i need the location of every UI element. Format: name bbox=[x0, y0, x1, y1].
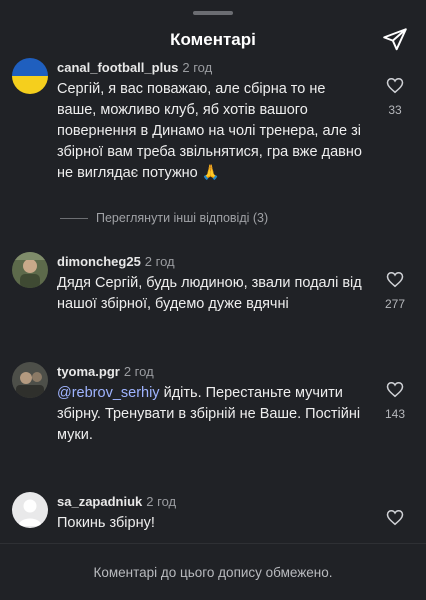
comment-username[interactable]: tyoma.pgr bbox=[57, 364, 120, 379]
comment-meta: dimoncheg25 2 год bbox=[57, 254, 175, 269]
like-count: 277 bbox=[384, 297, 406, 311]
heart-icon[interactable] bbox=[386, 77, 404, 94]
footer-divider bbox=[0, 543, 426, 544]
comment-text: Сергій, я вас поважаю, але сбірна то не … bbox=[57, 81, 362, 181]
user-mention-link[interactable]: @rebrov_serhiy bbox=[57, 385, 160, 401]
view-replies-label: Переглянути інші відповіді (3) bbox=[96, 211, 269, 225]
comment-text: @rebrov_serhiy йдіть. Перестаньте мучити… bbox=[57, 383, 367, 446]
sheet-grabber[interactable] bbox=[193, 11, 233, 15]
comment-username[interactable]: sa_zapadniuk bbox=[57, 494, 142, 509]
like-group: 33 bbox=[380, 77, 410, 117]
user-photo-avatar[interactable] bbox=[12, 362, 48, 398]
comment-text: Дядя Сергій, будь людиною, звали подалі … bbox=[57, 275, 362, 312]
default-avatar[interactable] bbox=[12, 492, 48, 528]
page-title: Коментарі bbox=[170, 30, 256, 49]
like-group: 143 bbox=[380, 381, 410, 421]
comment-time: 2 год bbox=[144, 254, 175, 269]
comment-meta: canal_football_plus 2 год bbox=[57, 60, 212, 75]
header: Коментарі bbox=[0, 20, 426, 60]
comment-time: 2 год bbox=[123, 364, 154, 379]
comments-list[interactable]: canal_football_plus 2 год Сергій, я вас п… bbox=[0, 58, 426, 544]
divider bbox=[60, 218, 88, 220]
heart-icon[interactable] bbox=[386, 509, 404, 526]
comment-username[interactable]: canal_football_plus bbox=[57, 60, 178, 75]
comment-username[interactable]: dimoncheg25 bbox=[57, 254, 141, 269]
like-group: 277 bbox=[380, 271, 410, 311]
comment-text: Покинь збірну! bbox=[57, 515, 155, 531]
heart-icon[interactable] bbox=[386, 381, 404, 398]
view-replies-link[interactable]: Переглянути інші відповіді (3) bbox=[60, 211, 268, 225]
comments-restricted-notice: Коментарі до цього допису обмежено. bbox=[93, 565, 333, 580]
comment-time: 2 год bbox=[146, 494, 177, 509]
comment-time: 2 год bbox=[182, 60, 213, 75]
like-count: 143 bbox=[384, 407, 406, 421]
comment-meta: tyoma.pgr 2 год bbox=[57, 364, 154, 379]
comment-meta: sa_zapadniuk 2 год bbox=[57, 494, 176, 509]
heart-icon[interactable] bbox=[386, 271, 404, 288]
like-group bbox=[380, 509, 410, 526]
user-photo-avatar[interactable] bbox=[12, 252, 48, 288]
like-count: 33 bbox=[388, 103, 402, 117]
send-icon[interactable] bbox=[382, 26, 408, 52]
ukraine-flag-avatar[interactable] bbox=[12, 58, 48, 94]
